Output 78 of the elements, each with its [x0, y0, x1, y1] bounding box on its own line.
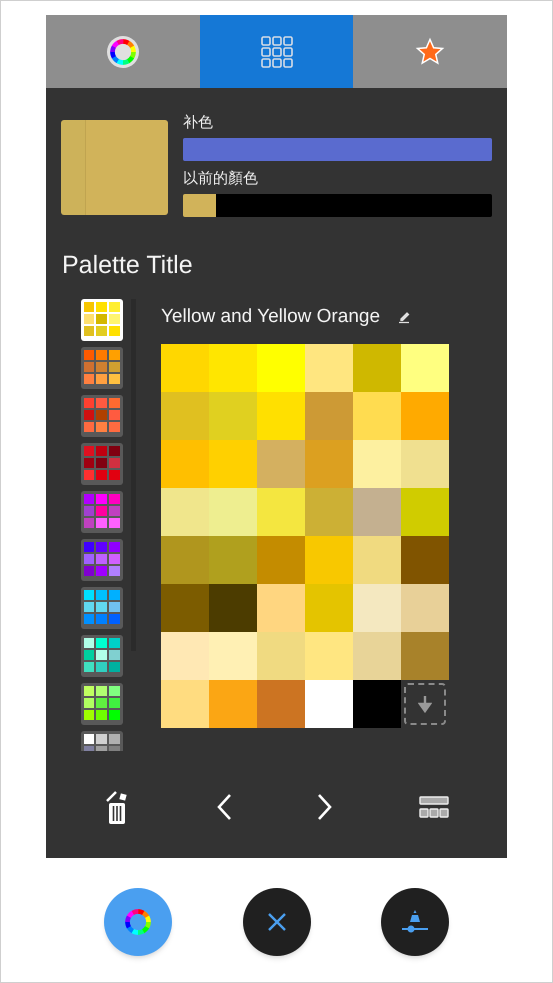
color-swatch[interactable] [305, 536, 353, 584]
color-swatch[interactable] [353, 488, 401, 536]
eyedropper-slider-icon [401, 909, 429, 935]
color-swatch[interactable] [161, 440, 209, 488]
color-swatch[interactable] [257, 344, 305, 392]
color-swatch[interactable] [209, 536, 257, 584]
palette-thumbnail[interactable] [80, 443, 122, 485]
layout-icon [419, 796, 450, 818]
color-wheel-icon [124, 908, 152, 936]
color-swatch[interactable] [209, 584, 257, 632]
color-swatch[interactable] [353, 632, 401, 680]
chevron-right-icon [317, 793, 334, 821]
color-wheel-icon [108, 38, 137, 66]
color-swatch[interactable] [353, 536, 401, 584]
color-swatch[interactable] [353, 584, 401, 632]
color-swatch[interactable] [257, 536, 305, 584]
color-swatch[interactable] [401, 488, 449, 536]
complementary-label: 补色 [183, 113, 214, 133]
palette-thumbnail[interactable] [80, 347, 122, 389]
color-swatch[interactable] [161, 488, 209, 536]
tab[interactable] [46, 15, 200, 88]
download-arrow-icon [418, 694, 432, 714]
color-swatch[interactable] [353, 440, 401, 488]
color-swatch[interactable] [353, 392, 401, 440]
previous-color-swatch[interactable] [183, 194, 216, 217]
color-swatch[interactable] [257, 440, 305, 488]
pencil-icon [397, 310, 412, 324]
color-swatch[interactable] [209, 680, 257, 728]
color-swatch[interactable] [401, 392, 449, 440]
palette-thumbnail[interactable] [80, 683, 122, 725]
floating-action-button[interactable] [381, 888, 449, 956]
color-swatch[interactable] [209, 344, 257, 392]
color-swatch[interactable] [209, 440, 257, 488]
palette-thumbnail[interactable] [80, 587, 122, 629]
previous-colors-label: 以前的顏色 [183, 169, 259, 189]
color-swatch[interactable] [401, 632, 449, 680]
color-swatch[interactable] [305, 392, 353, 440]
color-swatch[interactable] [305, 344, 353, 392]
palette-thumbnail[interactable] [80, 635, 122, 677]
color-swatch[interactable] [257, 584, 305, 632]
add-swatch-button[interactable] [404, 683, 446, 725]
tab[interactable] [200, 15, 354, 88]
color-swatch[interactable] [401, 584, 449, 632]
color-swatch[interactable] [305, 584, 353, 632]
palette-thumbnail[interactable] [80, 491, 122, 533]
color-swatch[interactable] [353, 680, 401, 728]
color-swatch[interactable] [257, 392, 305, 440]
close-icon [266, 911, 288, 933]
palette-thumbnail[interactable] [80, 539, 122, 581]
color-swatch[interactable] [353, 344, 401, 392]
palette-thumbnail[interactable] [80, 299, 122, 341]
color-swatch[interactable] [257, 680, 305, 728]
color-swatch[interactable] [305, 488, 353, 536]
color-swatch[interactable] [401, 344, 449, 392]
palette-title: Palette Title [62, 250, 194, 280]
complementary-color-bar[interactable] [183, 138, 492, 161]
palette-name: Yellow and Yellow Orange [161, 305, 380, 329]
color-swatch[interactable] [161, 680, 209, 728]
color-swatch[interactable] [209, 488, 257, 536]
edit-button[interactable] [397, 310, 412, 324]
color-swatch[interactable] [161, 392, 209, 440]
color-swatch[interactable] [161, 584, 209, 632]
color-swatch[interactable] [161, 344, 209, 392]
color-swatch[interactable] [209, 392, 257, 440]
color-swatch[interactable] [209, 632, 257, 680]
color-swatch[interactable] [401, 440, 449, 488]
color-swatch[interactable] [305, 632, 353, 680]
color-swatch[interactable] [257, 632, 305, 680]
color-swatch[interactable] [305, 680, 353, 728]
color-swatch[interactable] [161, 632, 209, 680]
color-swatch[interactable] [305, 440, 353, 488]
color-swatch[interactable] [257, 488, 305, 536]
grid-icon [260, 36, 292, 68]
color-swatch[interactable] [161, 536, 209, 584]
color-swatch[interactable] [401, 536, 449, 584]
palette-thumbnail[interactable] [80, 395, 122, 437]
chevron-left-icon [216, 793, 232, 821]
star-icon [415, 36, 446, 66]
